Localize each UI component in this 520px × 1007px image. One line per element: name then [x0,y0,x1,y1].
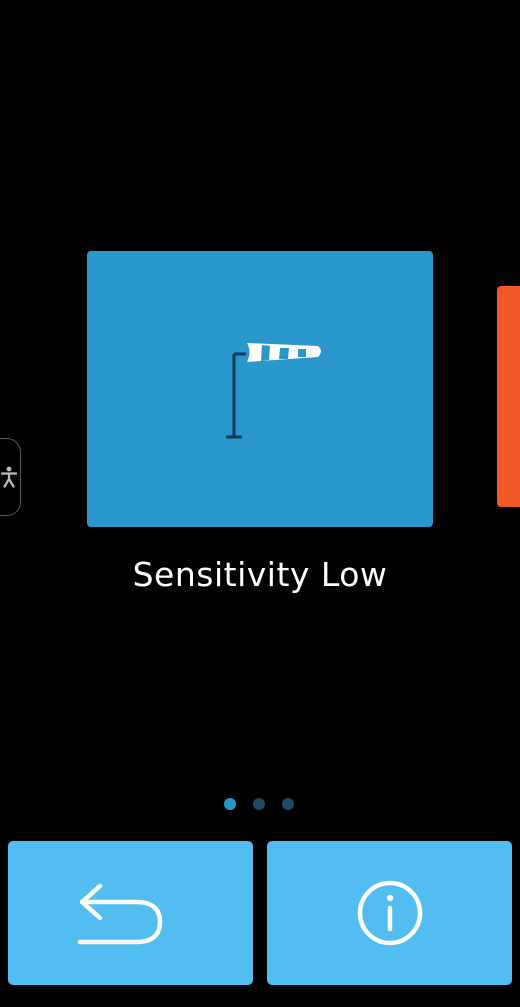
info-button[interactable] [267,841,512,985]
back-arrow-icon [77,883,162,945]
accessibility-icon [1,466,17,488]
next-card-peek[interactable] [497,286,520,507]
page-dot[interactable] [253,798,265,810]
back-button[interactable] [8,841,253,985]
page-dot[interactable] [282,798,294,810]
windsock-icon [226,343,321,439]
info-icon [357,880,422,946]
page-indicator [224,798,294,810]
page-dot[interactable] [224,798,236,810]
accessibility-tab[interactable] [0,438,21,516]
mode-label: Sensitivity Low [132,555,388,594]
